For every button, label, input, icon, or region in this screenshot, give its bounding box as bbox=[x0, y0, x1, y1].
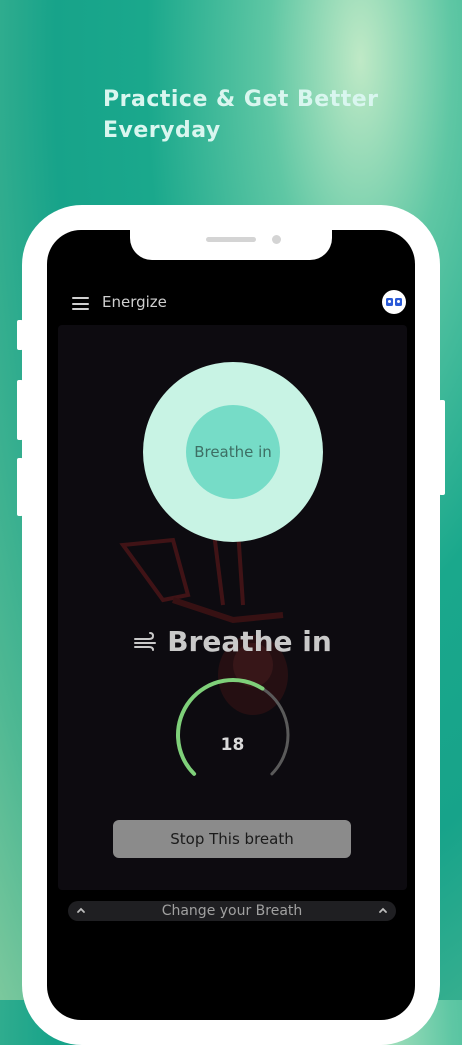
stop-breath-button[interactable]: Stop This breath bbox=[113, 820, 351, 858]
change-breath-bar[interactable]: Change your Breath bbox=[68, 901, 396, 921]
hamburger-menu-icon[interactable] bbox=[72, 297, 89, 310]
breath-phase-label: Breathe in bbox=[167, 625, 332, 658]
timer-progress-arc bbox=[176, 678, 265, 776]
chevron-up-icon bbox=[379, 907, 387, 913]
breathing-panel: Breathe in Breathe in 18 Stop This breat… bbox=[58, 325, 407, 890]
phone-notch bbox=[130, 230, 332, 260]
wind-icon bbox=[134, 631, 157, 651]
breath-timer-ring bbox=[176, 678, 290, 776]
app-bar-title: Energize bbox=[102, 293, 167, 311]
profile-avatar-icon[interactable] bbox=[382, 290, 406, 314]
breathing-inner-circle: Breathe in bbox=[186, 405, 280, 499]
promo-headline: Practice & Get Better Everyday bbox=[103, 87, 379, 143]
breath-timer-value: 18 bbox=[220, 735, 245, 755]
app-bar: Energize bbox=[47, 285, 415, 323]
change-breath-label: Change your Breath bbox=[161, 903, 303, 919]
front-camera bbox=[272, 235, 281, 244]
chevron-up-icon bbox=[77, 907, 85, 913]
speaker-grille bbox=[206, 237, 256, 242]
phone-screen: Energize Breathe in Breathe in 18 Stop T… bbox=[47, 230, 415, 1020]
breath-phase: Breathe in bbox=[58, 625, 407, 658]
breathing-circle-label: Breathe in bbox=[194, 443, 272, 461]
breathing-outer-circle: Breathe in bbox=[143, 362, 323, 542]
